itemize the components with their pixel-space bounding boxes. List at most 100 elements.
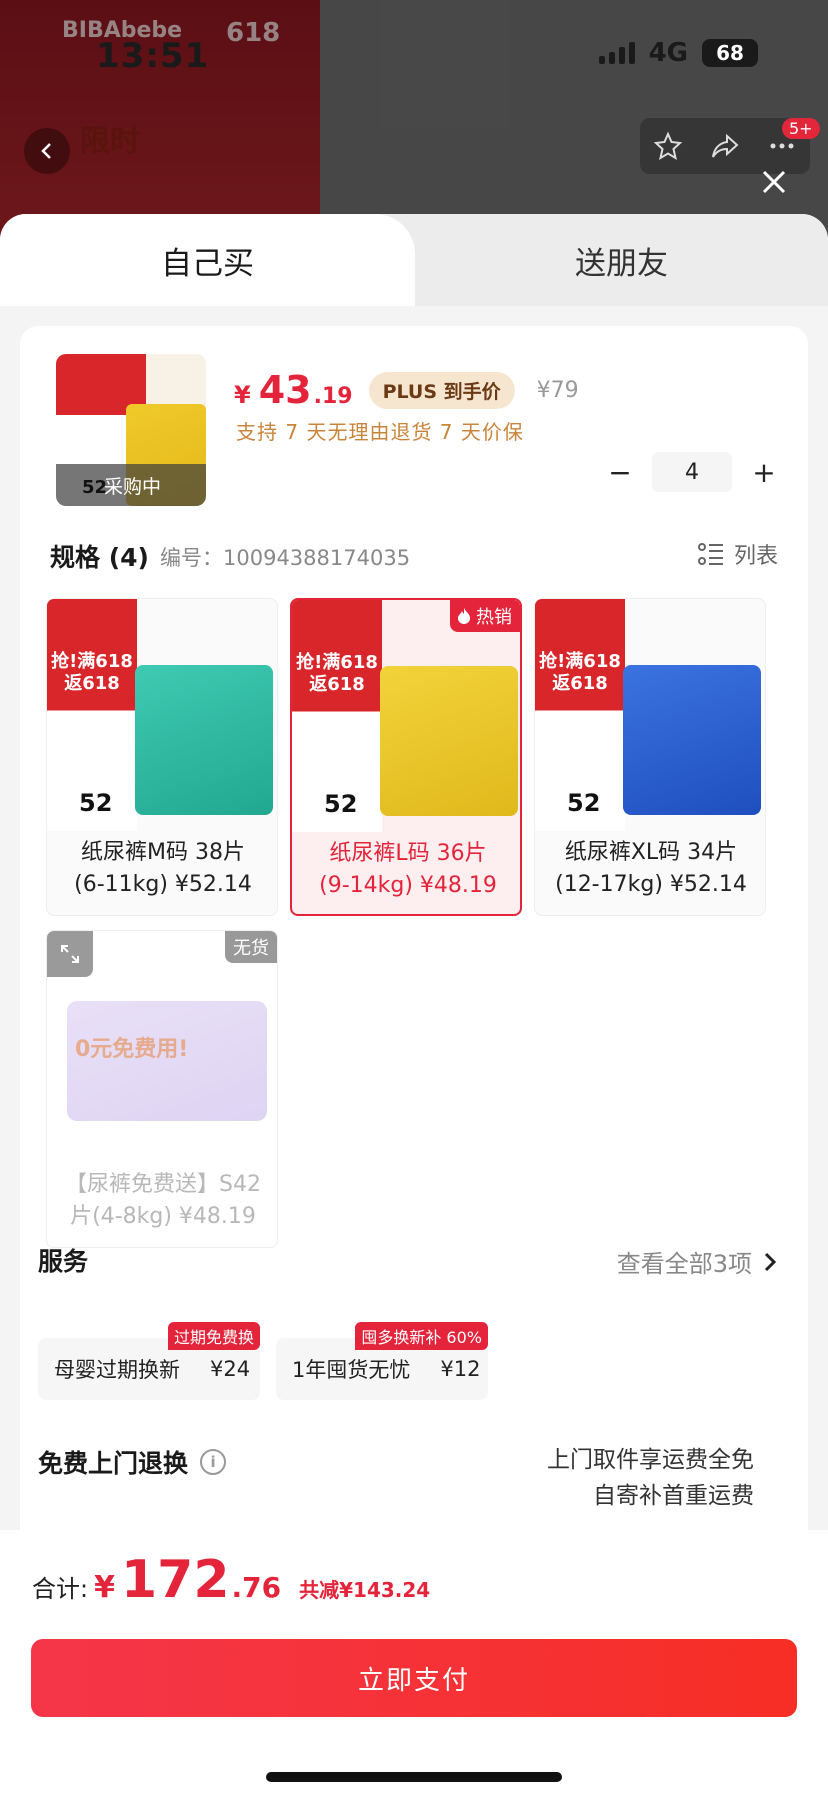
thumb-count: 52 [82,477,108,498]
quantity-stepper: − 4 + [606,452,778,492]
qty-input[interactable]: 4 [652,452,732,492]
sku-count: 52 [324,790,358,818]
plus-price-badge: PLUS 到手价 [368,371,515,409]
total-savings: 共减¥143.24 [299,1578,431,1602]
thumb-status: 采购中 [56,464,206,506]
total-row: 合计: ¥ 172 .76 共减¥143.24 [32,1550,430,1610]
sku-line1: 纸尿裤L码 36片 [329,841,487,866]
spec-header: 规格 (4) 编号：10094388174035 列表 [50,538,778,578]
sku-option-m[interactable]: 抢!满618 返618 52 纸尿裤M码 38片 (6-11kg) ¥52.14 [46,598,278,916]
product-thumbnail[interactable]: 采购中 52 [56,354,206,506]
free-return-label: 免费上门退换 [38,1449,189,1478]
sku-card: 采购中 52 ¥ 43 .19 PLUS 到手价 ¥79 支持 7 天无理由退货… [20,326,808,1556]
screen: BIBAbebe 618 限时 13:51 4G 68 5+ 自己买 送朋友 采… [0,0,828,1795]
price-symbol: ¥ [234,381,251,409]
sku-line2: (9-14kg) ¥48.19 [319,873,497,898]
price-decimal: .19 [313,384,353,409]
status-time: 13:51 [96,36,210,76]
view-all-label: 查看全部3项 [616,1250,752,1278]
battery-icon: 68 [702,39,758,67]
sku-count: 52 [567,789,601,817]
home-indicator[interactable] [266,1772,562,1782]
sku-line1: 纸尿裤XL码 34片 [564,840,738,865]
free-return-desc-line1: 上门取件享运费全免 [547,1447,754,1473]
sku-image: 抢!满618 返618 52 [535,599,765,831]
sku-promo-panel: 抢!满618 返618 52 [47,599,137,831]
service-name: 母婴过期换新 [54,1358,180,1382]
sku-image: 抢!满618 返618 52 [292,600,520,832]
close-icon[interactable] [760,168,788,196]
price-row: ¥ 43 .19 PLUS 到手价 ¥79 [234,368,579,412]
share-icon[interactable] [710,131,740,161]
sku-label: 【尿裤免费送】S42 片(4-8kg) ¥48.19 [47,1169,277,1233]
free-return-desc-line2: 自寄补首重运费 [593,1483,754,1509]
sku-pack [135,665,273,815]
sku-line2: (12-17kg) ¥52.14 [555,872,747,897]
sku-label: 纸尿裤L码 36片 (9-14kg) ¥48.19 [292,838,520,902]
service-item[interactable]: 母婴过期换新 ¥24 过期免费换 [38,1322,260,1400]
qty-minus-button[interactable]: − [606,456,634,489]
list-view-toggle[interactable]: 列表 [697,538,778,570]
free-return-desc: 上门取件享运费全免 自寄补首重运费 [547,1442,754,1514]
list-label: 列表 [733,544,778,569]
tab-gift-friend[interactable]: 送朋友 [415,214,828,306]
sku-promo-text: 抢!满618 返618 [51,651,133,694]
service-tag: 囤多换新补 60% [355,1322,488,1350]
service-price: ¥12 [440,1357,481,1381]
sku-count: 52 [79,789,113,817]
chevron-left-icon [41,143,51,159]
tab-self-buy[interactable]: 自己买 [0,214,415,306]
purchase-tabs: 自己买 送朋友 [0,214,828,306]
back-button[interactable] [24,128,70,174]
sku-label: 纸尿裤XL码 34片 (12-17kg) ¥52.14 [535,837,765,901]
service-tag: 过期免费换 [167,1322,260,1350]
hot-sale-badge: 热销 [450,600,520,632]
sku-line2: (6-11kg) ¥52.14 [74,872,252,897]
service-price: ¥24 [210,1357,251,1381]
sku-pack [380,666,518,816]
sku-pack [623,665,761,815]
total-label: 合计: [32,1575,89,1603]
out-of-stock-badge: 无货 [225,931,277,963]
price-integer: 43 [258,368,312,412]
spec-title: 规格 (4) [50,543,149,572]
checkout-bar: 合计: ¥ 172 .76 共减¥143.24 立即支付 [0,1530,828,1795]
services-header: 服务 查看全部3项 [38,1242,778,1282]
spec-code: 编号：10094388174035 [160,546,411,570]
expand-icon [61,945,79,963]
sku-promo-text: 抢!满618 返618 [296,652,378,695]
service-name: 1年囤货无忧 [292,1358,411,1382]
sku-option-l[interactable]: 抢!满618 返618 52 热销 纸尿裤L码 36片 (9-14kg) ¥48… [290,598,522,916]
services-title: 服务 [38,1247,89,1276]
list-icon [697,543,723,565]
sku-option-xl[interactable]: 抢!满618 返618 52 纸尿裤XL码 34片 (12-17kg) ¥52.… [534,598,766,916]
original-price: ¥79 [536,377,579,403]
service-item[interactable]: 1年囤货无忧 ¥12 囤多换新补 60% [276,1322,488,1400]
service-tags: 支持 7 天无理由退货 7 天价保 [236,420,524,444]
star-icon[interactable] [653,131,683,161]
status-bar-right: 4G 68 [598,38,758,68]
sku-line2: 片(4-8kg) ¥48.19 [70,1204,256,1229]
sku-option-s[interactable]: 0元免费用! 无货 【尿裤免费送】S42 片(4-8kg) ¥48.19 [46,930,278,1248]
total-integer: 172 [120,1550,230,1610]
qty-plus-button[interactable]: + [750,456,778,489]
info-icon[interactable]: i [200,1449,227,1475]
free-return-title: 免费上门退换 i [38,1444,227,1480]
sku-label: 纸尿裤M码 38片 (6-11kg) ¥52.14 [47,837,277,901]
signal-icon [598,42,635,64]
expand-button[interactable] [47,931,93,977]
flame-icon [458,608,470,624]
pay-now-button[interactable]: 立即支付 [31,1639,797,1717]
sku-promo-panel: 抢!满618 返618 52 [535,599,625,831]
chevron-right-icon [764,1252,777,1271]
notification-badge: 5+ [782,118,820,139]
sku-image: 抢!满618 返618 52 [47,599,277,831]
sku-promo-text: 0元免费用! [75,1037,189,1062]
total-symbol: ¥ [94,1570,115,1605]
sku-promo-panel: 抢!满618 返618 52 [292,600,382,832]
hot-sale-label: 热销 [476,607,512,628]
services-view-all[interactable]: 查看全部3项 [617,1244,778,1279]
network-type: 4G [648,38,688,68]
sku-line1: 纸尿裤M码 38片 [81,840,245,865]
sku-promo-text: 抢!满618 返618 [539,651,621,694]
